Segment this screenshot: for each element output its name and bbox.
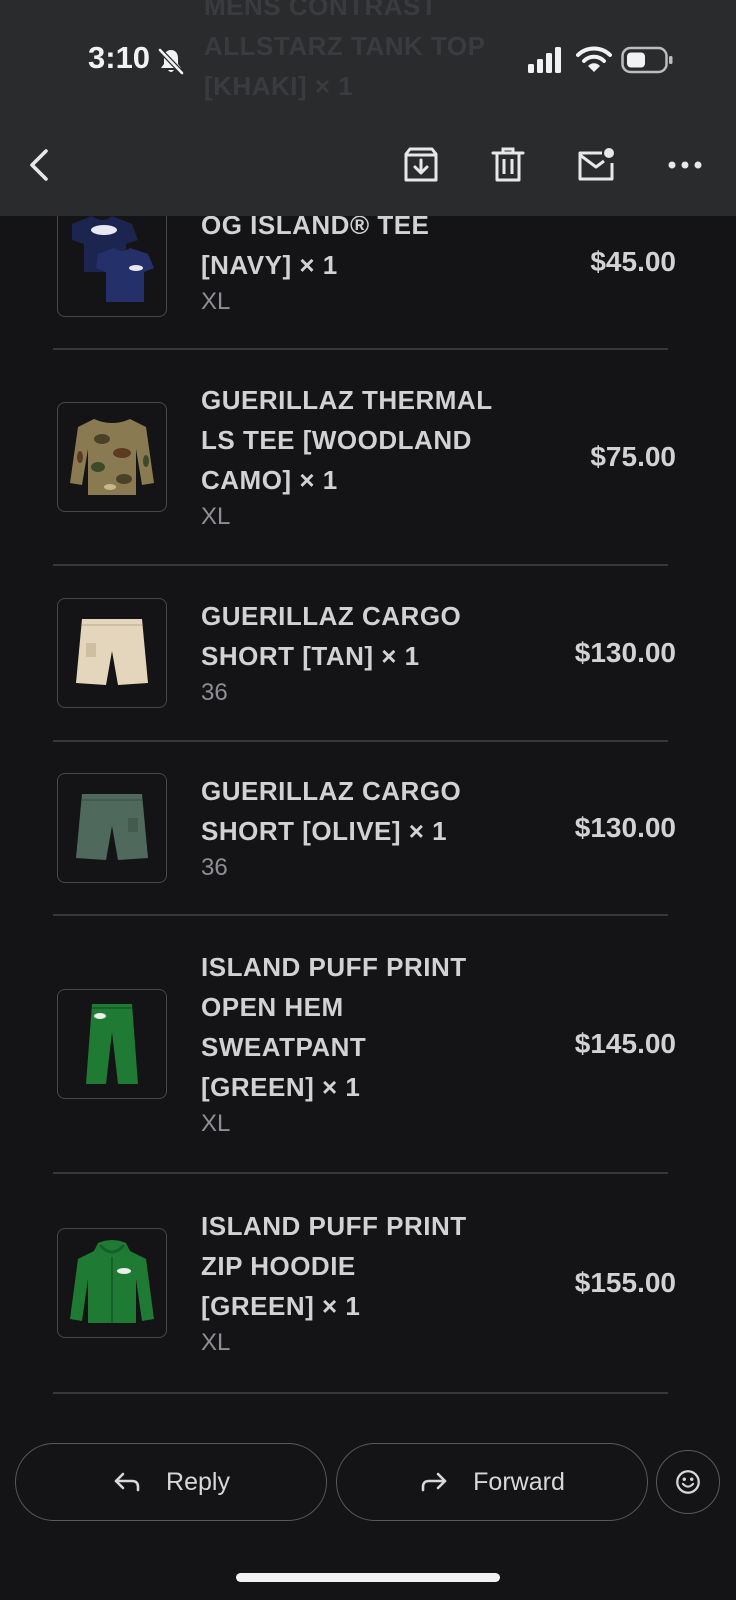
green-zip-hoodie-image xyxy=(70,1240,154,1323)
product-thumbnail[interactable] xyxy=(57,598,167,708)
forward-icon xyxy=(421,1472,447,1492)
item-size: XL xyxy=(201,1329,231,1356)
more-horizontal-icon xyxy=(668,161,702,169)
archive-icon xyxy=(404,147,438,182)
order-item: ISLAND PUFF PRINT OPEN HEM SWEATPANT [GR… xyxy=(0,916,736,1174)
item-size: XL xyxy=(201,1110,231,1137)
reply-button[interactable]: Reply xyxy=(15,1443,327,1521)
order-item: GUERILLAZ CARGO SHORT [OLIVE] × 1 36 $13… xyxy=(0,742,736,916)
navy-tee-image xyxy=(72,216,154,302)
reply-label: Reply xyxy=(166,1467,230,1496)
product-thumbnail[interactable] xyxy=(57,773,167,883)
item-name: GUERILLAZ CARGO SHORT [OLIVE] × 1 xyxy=(201,776,462,846)
product-thumbnail[interactable] xyxy=(57,989,167,1099)
home-indicator[interactable] xyxy=(236,1573,500,1582)
forward-label: Forward xyxy=(473,1467,565,1496)
scrolled-content-behind-header: MENS CONTRAST ALLSTARZ TANK TOP [KHAKI] … xyxy=(204,0,486,101)
status-time: 3:10 xyxy=(88,40,151,75)
product-thumbnail[interactable] xyxy=(57,402,167,512)
add-reaction-button[interactable] xyxy=(656,1450,720,1514)
mark-unread-icon xyxy=(578,148,614,181)
order-item-list: OG ISLAND® TEE [NAVY] × 1 XL $45.00 GUER… xyxy=(0,176,736,1394)
back-button[interactable] xyxy=(18,143,62,187)
item-name: GUERILLAZ THERMAL LS TEE [WOODLAND CAMO]… xyxy=(201,385,493,495)
product-thumbnail[interactable] xyxy=(57,207,167,317)
order-item: GUERILLAZ CARGO SHORT [TAN] × 1 36 $130.… xyxy=(0,566,736,742)
item-price: $145.00 xyxy=(574,1028,676,1059)
item-size: XL xyxy=(201,503,231,530)
order-item: ISLAND PUFF PRINT ZIP HOODIE [GREEN] × 1… xyxy=(0,1174,736,1394)
product-thumbnail[interactable] xyxy=(57,1228,167,1338)
green-sweatpant-image xyxy=(86,1004,138,1084)
silent-mode-icon xyxy=(158,48,184,75)
more-options-button[interactable] xyxy=(663,143,707,187)
chevron-left-icon xyxy=(30,149,48,181)
item-price: $45.00 xyxy=(590,246,676,277)
item-name: ISLAND PUFF PRINT OPEN HEM SWEATPANT [GR… xyxy=(201,952,467,1102)
item-price: $130.00 xyxy=(574,812,676,843)
reply-icon xyxy=(114,1472,140,1492)
tan-cargo-short-image xyxy=(76,619,148,685)
wifi-icon xyxy=(576,46,612,72)
top-app-bar: MENS CONTRAST ALLSTARZ TANK TOP [KHAKI] … xyxy=(0,0,736,216)
item-size: XL xyxy=(201,288,231,315)
battery-icon xyxy=(621,46,673,74)
smiley-icon xyxy=(676,1470,700,1494)
item-price: $155.00 xyxy=(574,1267,676,1298)
archive-button[interactable] xyxy=(399,143,443,187)
order-item: GUERILLAZ THERMAL LS TEE [WOODLAND CAMO]… xyxy=(0,350,736,566)
camo-long-sleeve-image xyxy=(70,419,154,495)
mark-unread-button[interactable] xyxy=(574,143,618,187)
delete-button[interactable] xyxy=(486,143,530,187)
cellular-signal-icon xyxy=(528,47,561,73)
item-name: ISLAND PUFF PRINT ZIP HOODIE [GREEN] × 1 xyxy=(201,1211,467,1321)
item-size: 36 xyxy=(201,679,228,706)
olive-cargo-short-image xyxy=(76,794,148,860)
item-price: $75.00 xyxy=(590,441,676,472)
divider xyxy=(53,1392,668,1394)
item-price: $130.00 xyxy=(574,637,676,668)
item-name: OG ISLAND® TEE [NAVY] × 1 xyxy=(201,210,430,280)
forward-button[interactable]: Forward xyxy=(336,1443,648,1521)
trash-icon xyxy=(491,147,525,182)
item-size: 36 xyxy=(201,854,228,881)
item-name: GUERILLAZ CARGO SHORT [TAN] × 1 xyxy=(201,601,462,671)
